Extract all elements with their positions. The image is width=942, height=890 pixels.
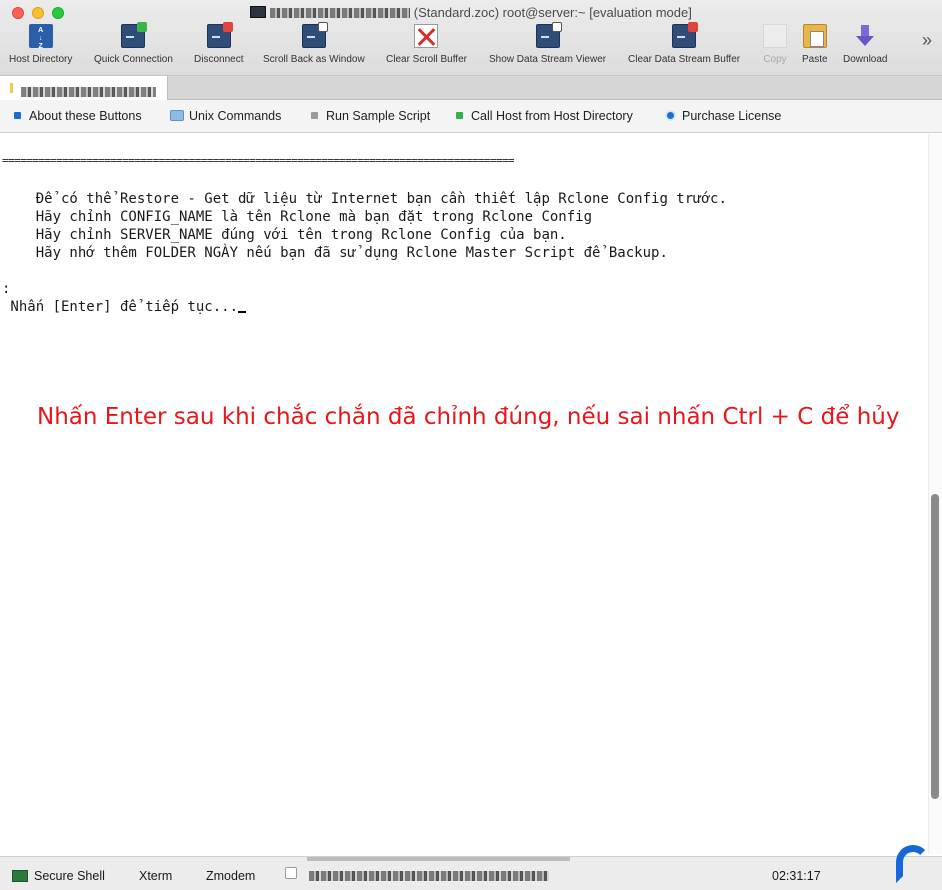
annotation-note: Nhấn Enter sau khi chắc chắn đã chỉnh đú… (37, 404, 900, 430)
button-label: Purchase License (682, 109, 782, 123)
redacted-tab-title (21, 87, 156, 97)
run-sample-script-button[interactable]: Run Sample Script (311, 109, 430, 123)
clear-scroll-buffer-button[interactable]: Clear Scroll Buffer (386, 24, 467, 65)
button-label: Run Sample Script (326, 109, 431, 123)
toolbar-label: Copy (763, 54, 787, 65)
copy-button[interactable]: Copy (763, 24, 787, 65)
user-button-bar: About these Buttons Unix Commands Run Sa… (0, 100, 942, 133)
toolbar-label: Scroll Back as Window (263, 54, 365, 65)
data-stream-viewer-icon (535, 22, 562, 48)
tab-activity-marker (10, 83, 13, 93)
quick-connection-icon (121, 22, 148, 48)
download-button[interactable]: Download (843, 24, 887, 65)
data-stream-viewer-button[interactable]: Show Data Stream Viewer (489, 22, 607, 65)
square-bullet-icon (14, 112, 21, 119)
status-progress-line (307, 857, 570, 861)
toolbar: A ↓ Z Host Directory Quick Connection Disc… (0, 22, 942, 72)
toolbar-label: Quick Connection (94, 54, 173, 65)
unix-commands-button[interactable]: Unix Commands (170, 109, 281, 123)
button-label: Unix Commands (189, 109, 282, 123)
terminal-scrollbar[interactable] (928, 134, 942, 854)
scroll-back-icon (301, 22, 328, 48)
terminal-line: Hãy chỉnh CONFIG_NAME là tên Rclone mà b… (2, 209, 593, 225)
secure-shell-icon (12, 870, 28, 882)
log-checkbox[interactable] (285, 867, 297, 882)
brand-logo-icon (896, 845, 930, 883)
toolbar-overflow-chevron-icon[interactable]: » (922, 30, 932, 51)
clear-data-stream-icon (672, 22, 699, 48)
window-title-text: (Standard.zoc) root@server:~ [evaluation… (413, 5, 692, 20)
redacted-bar (309, 871, 549, 881)
status-bar: Secure Shell Xterm Zmodem 02:31:17 (0, 856, 942, 890)
window-title: (Standard.zoc) root@server:~ [evaluation… (0, 5, 942, 20)
session-tab[interactable] (0, 76, 168, 100)
clear-scroll-buffer-icon (414, 24, 439, 48)
secure-shell-status[interactable]: Secure Shell (12, 869, 105, 883)
radio-bullet-icon (667, 112, 674, 119)
terminal-line: : (2, 281, 11, 297)
toolbar-label: Host Directory (9, 54, 73, 65)
copy-icon (763, 24, 787, 48)
host-directory-button[interactable]: A ↓ Z Host Directory (9, 24, 72, 65)
title-bar: (Standard.zoc) root@server:~ [evaluation… (0, 0, 942, 76)
terminal-icon (250, 6, 267, 18)
terminal-line: Để có thể Restore - Get dữ liệu từ Inter… (2, 191, 727, 207)
paste-icon (802, 24, 827, 48)
prompt-text: Nhấn [Enter] để tiếp tục... (2, 299, 239, 315)
scrollbar-thumb[interactable] (931, 494, 939, 799)
terminal-output[interactable]: ========================================… (0, 134, 928, 854)
toolbar-label: Disconnect (194, 54, 244, 65)
paste-button[interactable]: Paste (802, 24, 828, 65)
disconnect-icon (206, 22, 233, 48)
folder-icon (170, 110, 184, 121)
clear-data-stream-button[interactable]: Clear Data Stream Buffer (628, 22, 741, 65)
call-host-button[interactable]: Call Host from Host Directory (456, 109, 633, 123)
scroll-back-button[interactable]: Scroll Back as Window (263, 22, 365, 65)
toolbar-label: Clear Scroll Buffer (386, 54, 467, 65)
separator-line: ========================================… (2, 154, 515, 167)
redacted-status-text (309, 869, 549, 883)
square-bullet-icon (311, 112, 318, 119)
zmodem-status[interactable]: Zmodem (206, 869, 255, 883)
status-label: Secure Shell (34, 869, 105, 883)
quick-connection-button[interactable]: Quick Connection (94, 22, 173, 65)
xterm-status[interactable]: Xterm (139, 869, 172, 883)
button-label: Call Host from Host Directory (471, 109, 633, 123)
checkbox-icon (285, 867, 297, 879)
terminal-line: Hãy nhớ thêm FOLDER NGÀY nếu bạn đã sử d… (2, 245, 668, 261)
square-bullet-icon (456, 112, 463, 119)
toolbar-label: Paste (802, 54, 828, 65)
terminal-cursor (238, 299, 247, 313)
session-clock: 02:31:17 (772, 869, 821, 883)
tab-bar (0, 76, 942, 100)
terminal-line: Hãy chỉnh SERVER_NAME đúng với tên trong… (2, 227, 567, 243)
toolbar-label: Download (843, 54, 888, 65)
disconnect-button[interactable]: Disconnect (194, 22, 244, 65)
toolbar-label: Clear Data Stream Buffer (628, 54, 741, 65)
about-buttons-button[interactable]: About these Buttons (14, 109, 142, 123)
redacted-title (270, 8, 411, 18)
terminal-prompt: Nhấn [Enter] để tiếp tục... (2, 299, 247, 315)
purchase-license-button[interactable]: Purchase License (667, 109, 781, 123)
host-directory-icon: A ↓ Z (28, 24, 53, 50)
download-icon (853, 24, 877, 48)
button-label: About these Buttons (29, 109, 142, 123)
toolbar-label: Show Data Stream Viewer (489, 54, 607, 65)
